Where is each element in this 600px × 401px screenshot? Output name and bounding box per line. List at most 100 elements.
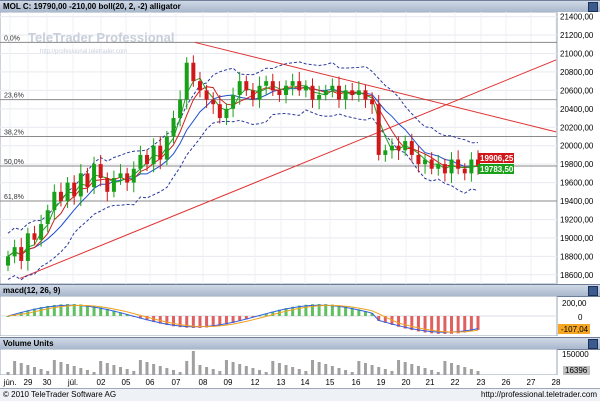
date-label: 09 [224, 378, 233, 387]
macd-panel-menu-icon[interactable] [588, 286, 598, 296]
volume-bar [443, 361, 447, 375]
date-label: 27 [527, 378, 536, 387]
date-axis: jún. 29 30 júl. 02 05 06 07 08 09 12 13 14 15 16 19 20 21… [3, 378, 561, 387]
volume-bar [191, 351, 195, 375]
candle-body [118, 173, 123, 178]
candle-body [131, 168, 136, 183]
price-axis-label: 19000,00 [560, 234, 594, 243]
candle-body [244, 81, 249, 91]
volume-bar [105, 363, 109, 375]
candle-body [416, 154, 421, 165]
candle-body [145, 154, 150, 165]
volume-bar [145, 362, 149, 375]
date-label: 02 [97, 378, 106, 387]
date-label: 16 [352, 378, 361, 387]
date-label: 29 [24, 378, 33, 387]
price-chart[interactable]: TeleTrader Professional http://professio… [0, 12, 600, 284]
date-label: 05 [122, 378, 131, 387]
candle-body [257, 85, 262, 100]
volume-bar [112, 365, 116, 375]
candle-body [423, 159, 428, 165]
volume-bar [158, 366, 162, 375]
candle-body [350, 90, 355, 95]
watermark-url: http://professional.teletrader.com [40, 49, 127, 55]
volume-bar [416, 366, 420, 375]
footer: © 2010 TeleTrader Software AG http://pro… [0, 388, 600, 401]
volume-bar [224, 360, 228, 375]
candle-body [178, 99, 183, 119]
volume-current: 16396 [565, 366, 588, 375]
candle-body [303, 85, 308, 91]
price-axis-label: 20000,00 [560, 142, 594, 151]
volume-bar [277, 363, 281, 375]
volume-chart[interactable]: 150000 16396 [0, 349, 600, 375]
volume-bar [410, 364, 414, 375]
volume-bar [311, 360, 315, 375]
candle-body [290, 81, 295, 86]
price-panel-title: MOL C: 19790,00 -210,00 boll(20, 2, -2) … [3, 2, 181, 11]
candle-body [45, 210, 50, 225]
candle-body [65, 182, 70, 202]
date-label: 14 [301, 378, 310, 387]
candle-body [363, 90, 368, 100]
macd-chart[interactable]: 200,00 0 -107,04 [0, 296, 600, 336]
date-label: 21 [426, 378, 435, 387]
volume-bar [291, 367, 295, 375]
date-label: 07 [172, 378, 181, 387]
volume-bar [152, 364, 156, 375]
volume-bar [119, 367, 123, 375]
volume-bar [72, 366, 76, 375]
volume-bar [138, 360, 142, 375]
fib-label: 0,0% [4, 35, 20, 42]
volume-bar [330, 366, 334, 375]
candle-body [396, 145, 401, 151]
volume-bar [337, 368, 341, 375]
volume-bar [165, 368, 169, 375]
volume-bar [99, 361, 103, 375]
macd-bar [469, 316, 473, 332]
macd-bar [463, 316, 467, 333]
candle-body [164, 136, 169, 160]
footer-url[interactable]: http://professional.teletrader.com [481, 389, 597, 401]
candle-body [277, 90, 282, 95]
candle-body [171, 118, 176, 137]
candle-body [330, 85, 335, 91]
candle-body [370, 99, 375, 105]
volume-bar [397, 360, 401, 375]
volume-bar [79, 368, 83, 375]
candle-body [211, 99, 216, 105]
volume-bar [185, 361, 189, 375]
price-axis-label: 21400,00 [560, 13, 594, 22]
candle-body [105, 177, 110, 192]
candle-body [25, 233, 30, 261]
candle-body [151, 145, 156, 165]
date-label: 15 [326, 378, 335, 387]
fib-label: 38,2% [4, 129, 24, 136]
candle-body [52, 191, 57, 211]
volume-bar [271, 361, 275, 375]
candle-body [389, 145, 394, 151]
candle-body [158, 145, 163, 160]
fib-label: 23,6% [4, 93, 24, 100]
volume-panel-menu-icon[interactable] [588, 339, 598, 349]
candle-body [32, 233, 37, 240]
candle-body [204, 90, 209, 100]
candle-body [125, 173, 130, 183]
price-axis-label: 20400,00 [560, 105, 594, 114]
candle-body [58, 191, 63, 202]
date-label: 08 [199, 378, 208, 387]
volume-bar [205, 367, 209, 375]
volume-bar [456, 365, 460, 375]
macd-bar [476, 316, 480, 331]
candle-body [39, 224, 44, 240]
volume-bar [231, 362, 235, 375]
date-label: 30 [43, 378, 52, 387]
candle-body [111, 177, 116, 192]
price-axis-label: 19200,00 [560, 215, 594, 224]
macd-current: -107,04 [561, 325, 589, 334]
panel-menu-icon[interactable] [588, 2, 598, 12]
candle-body [12, 247, 17, 257]
candle-body [98, 164, 103, 178]
volume-bar [238, 364, 242, 375]
price-axis-label: 20200,00 [560, 123, 594, 132]
